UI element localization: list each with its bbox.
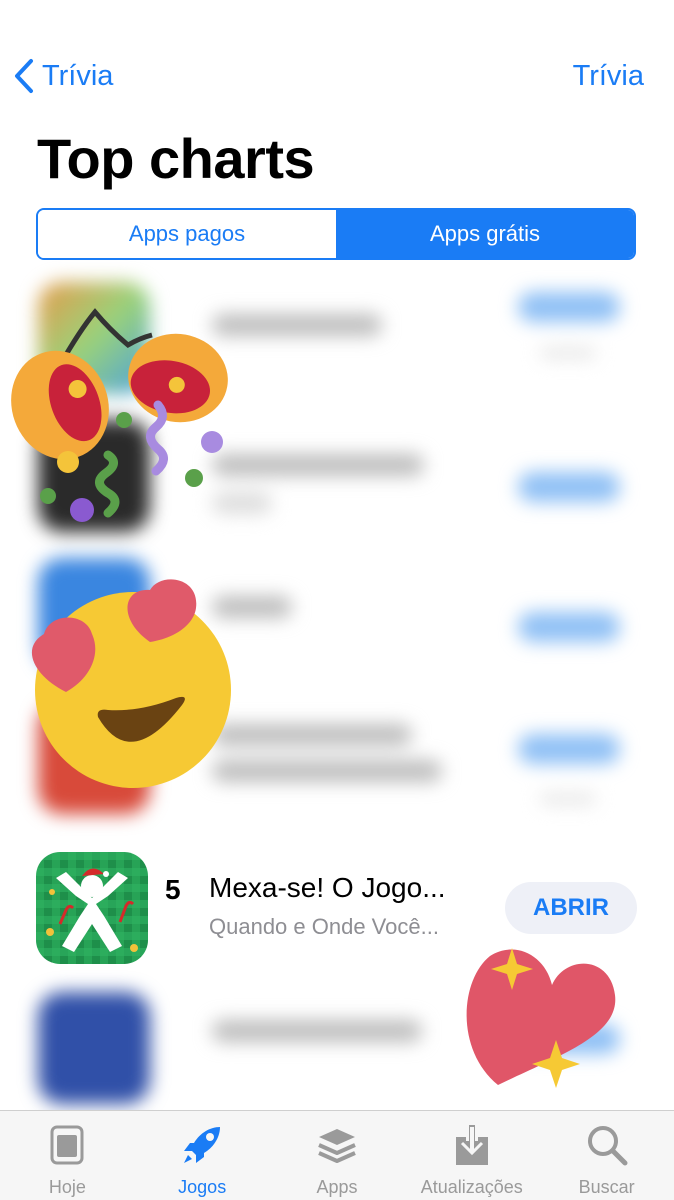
app-store-screen: Trívia Trívia Top charts Apps pagos Apps… [0,0,674,1200]
tab-apps[interactable]: Apps [270,1111,405,1200]
party-emoji-icon [11,308,228,522]
tab-label: Hoje [48,1177,86,1197]
tab-label: Jogos [178,1177,227,1197]
heart-eyes-emoji-icon [31,579,231,788]
today-icon [50,1125,84,1165]
apps-stack-icon [318,1129,356,1163]
tab-label: Atualizações [420,1177,523,1197]
tab-label: Buscar [578,1177,635,1197]
tab-games[interactable]: Jogos [135,1111,270,1200]
tab-search[interactable]: Buscar [539,1111,674,1200]
tab-updates[interactable]: Atualizações [404,1111,539,1200]
tab-bar: Hoje Jogos Apps Atualizações Buscar [0,1110,674,1200]
tab-label: Apps [316,1177,358,1197]
search-icon [587,1126,628,1166]
sticker-layer [11,308,616,1088]
updates-icon [455,1125,488,1165]
tab-today[interactable]: Hoje [0,1111,135,1200]
rocket-icon [184,1127,221,1163]
sparkling-heart-emoji-icon [466,948,616,1088]
